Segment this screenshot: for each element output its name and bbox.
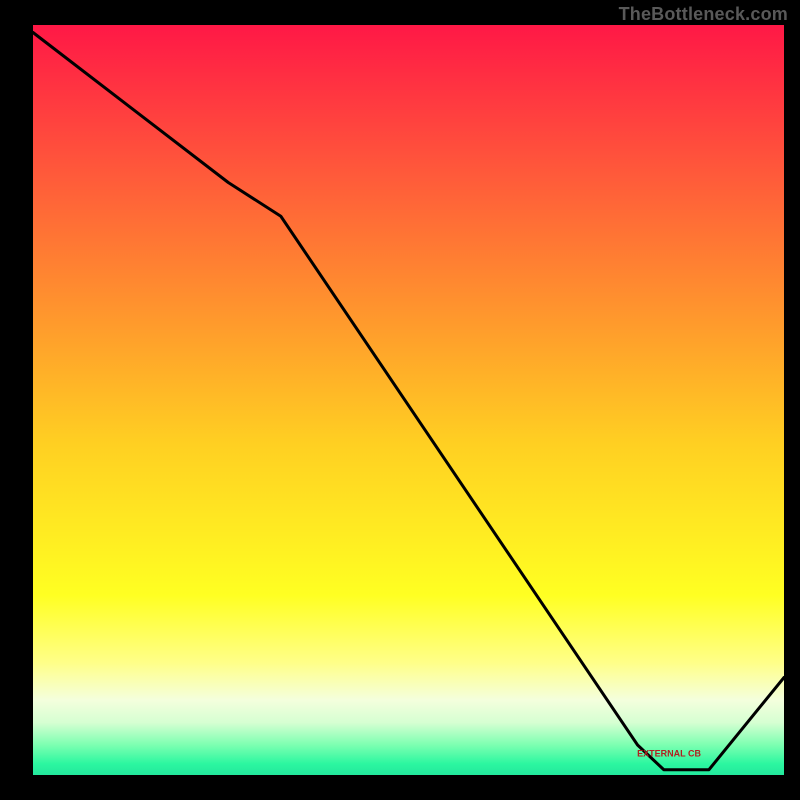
chart-svg: EXTERNAL CB xyxy=(0,0,800,800)
chart-annotation-label: EXTERNAL CB xyxy=(637,748,701,758)
chart-background xyxy=(33,25,784,775)
watermark-text: TheBottleneck.com xyxy=(619,4,788,25)
